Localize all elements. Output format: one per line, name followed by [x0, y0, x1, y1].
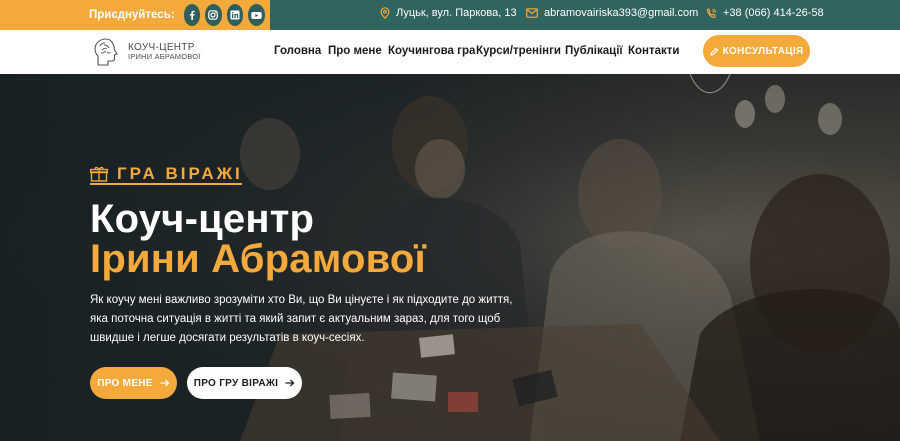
instagram-link[interactable]	[205, 4, 222, 26]
phone-text[interactable]: +38 (066) 414-26-58	[723, 7, 824, 19]
consultation-button[interactable]: КОНСУЛЬТАЦІЯ	[703, 35, 810, 67]
envelope-icon	[526, 8, 538, 18]
arrow-right-icon	[285, 379, 295, 387]
facebook-icon	[189, 10, 195, 20]
hero-section: ГРА ВІРАЖІ Коуч-центр Ірини Абрамової Як…	[0, 74, 900, 441]
address-text: Луцьк, вул. Паркова, 13	[396, 7, 517, 19]
pencil-icon	[710, 47, 718, 56]
youtube-link[interactable]	[248, 4, 265, 26]
logo-subtitle: ІРИНИ АБРАМОВОЇ	[128, 52, 201, 62]
about-me-label: ПРО МЕНЕ	[97, 377, 153, 389]
about-game-label: ПРО ГРУ ВІРАЖІ	[193, 377, 279, 389]
linkedin-icon	[230, 10, 240, 20]
join-label: Приєднуйтесь:	[89, 9, 175, 21]
about-me-button[interactable]: ПРО МЕНЕ	[90, 367, 177, 399]
nav-item-publications[interactable]: Публікації	[565, 45, 623, 57]
logo[interactable]: КОУЧ-ЦЕНТР ІРИНИ АБРАМОВОЇ	[92, 37, 201, 67]
consultation-label: КОНСУЛЬТАЦІЯ	[722, 45, 804, 57]
facebook-link[interactable]	[183, 4, 201, 26]
instagram-icon	[208, 10, 219, 20]
hero-tag: ГРА ВІРАЖІ	[90, 164, 243, 184]
phone-item[interactable]: +38 (066) 414-26-58	[706, 7, 824, 19]
site-header: КОУЧ-ЦЕНТР ІРИНИ АБРАМОВОЇ Головна Про м…	[0, 30, 900, 74]
contact-bar: Луцьк, вул. Паркова, 13 abramovairiska39…	[270, 0, 900, 30]
nav-item-courses[interactable]: Курси/тренінги	[476, 45, 561, 57]
social-bar: Приєднуйтесь:	[0, 0, 270, 30]
phone-icon	[706, 7, 717, 18]
hero-title: Коуч-центр	[90, 197, 315, 241]
youtube-icon	[251, 11, 262, 19]
nav-item-about[interactable]: Про мене	[328, 45, 382, 57]
nav-item-coaching-game[interactable]: Коучингова гра	[388, 45, 475, 57]
map-pin-icon	[380, 7, 390, 19]
nav-item-contacts[interactable]: Контакти	[628, 45, 679, 57]
hero-tag-label: ГРА ВІРАЖІ	[117, 164, 243, 183]
hero-description: Як коучу мені важливо зрозуміти хто Ви, …	[90, 294, 513, 344]
gift-box-icon	[90, 166, 108, 182]
email-text[interactable]: abramovairiska393@gmail.com	[544, 7, 698, 19]
linkedin-link[interactable]	[226, 4, 244, 26]
arrow-right-icon	[160, 379, 170, 387]
email-item[interactable]: abramovairiska393@gmail.com	[526, 7, 698, 19]
hero-title-accent: Ірини Абрамової	[90, 237, 426, 281]
about-game-button[interactable]: ПРО ГРУ ВІРАЖІ	[187, 367, 302, 399]
top-bar: Приєднуйтесь: Луцьк, вул. Паркова, 13 ab…	[0, 0, 900, 30]
address-item: Луцьк, вул. Паркова, 13	[380, 7, 517, 19]
brain-head-logo-icon	[94, 38, 118, 66]
hero-tag-underline	[90, 183, 242, 185]
nav-item-home[interactable]: Головна	[274, 45, 321, 57]
